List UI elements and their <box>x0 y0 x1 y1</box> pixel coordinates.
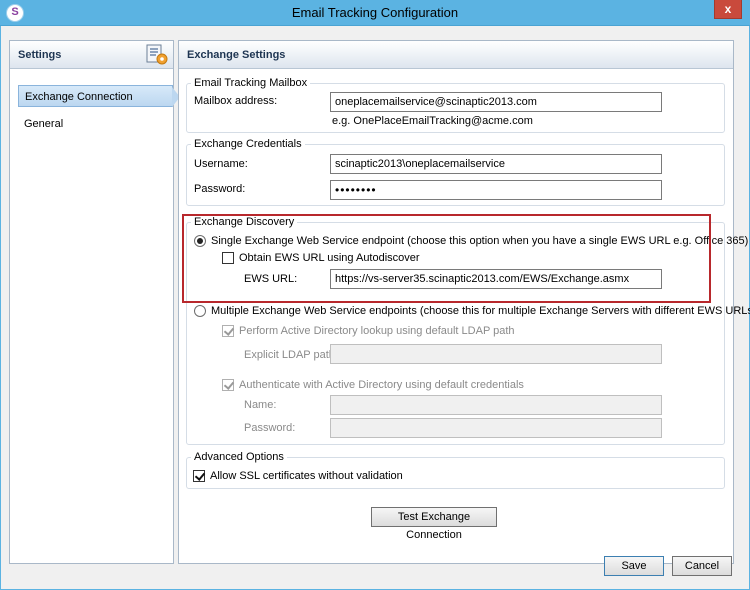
nav-item-general[interactable]: General <box>18 113 173 135</box>
settings-gear-icon <box>146 44 168 65</box>
nav-header-label: Settings <box>18 49 62 61</box>
title-bar: Email Tracking Configuration x <box>0 0 750 26</box>
window-title: Email Tracking Configuration <box>291 5 459 20</box>
ad-auth-checkbox[interactable] <box>222 379 234 391</box>
nav-header: Settings <box>10 41 173 69</box>
nav-item-label: Exchange Connection <box>25 91 133 103</box>
mailbox-group-title: Email Tracking Mailbox <box>191 77 311 90</box>
multiple-endpoints-radio[interactable] <box>194 305 206 317</box>
ad-lookup-label[interactable]: Perform Active Directory lookup using de… <box>239 324 515 338</box>
settings-nav: Settings Exchange Connection General <box>9 40 180 564</box>
allow-ssl-checkbox[interactable] <box>193 470 205 482</box>
ad-name-label: Name: <box>244 399 277 411</box>
multiple-endpoints-label[interactable]: Multiple Exchange Web Service endpoints … <box>211 304 750 318</box>
advanced-group-title: Advanced Options <box>191 451 287 464</box>
mailbox-address-input[interactable]: oneplacemailservice@scinaptic2013.com <box>330 92 662 112</box>
ad-auth-label[interactable]: Authenticate with Active Directory using… <box>239 378 524 392</box>
cancel-button[interactable]: Cancel <box>672 556 732 576</box>
mailbox-address-label: Mailbox address: <box>194 95 278 107</box>
content-header: Exchange Settings <box>179 41 733 69</box>
save-button[interactable]: Save <box>604 556 664 576</box>
allow-ssl-label[interactable]: Allow SSL certificates without validatio… <box>210 469 403 483</box>
mailbox-example-text: e.g. OnePlaceEmailTracking@acme.com <box>332 115 533 127</box>
password-label: Password: <box>194 183 246 195</box>
credentials-group-title: Exchange Credentials <box>191 138 305 151</box>
ldap-path-label: Explicit LDAP path: <box>244 349 338 361</box>
close-button[interactable]: x <box>714 0 742 19</box>
password-input[interactable]: •••••••• <box>330 180 662 200</box>
username-input[interactable]: scinaptic2013\oneplacemailservice <box>330 154 662 174</box>
ad-password-label: Password: <box>244 422 296 434</box>
nav-item-label: General <box>24 118 64 130</box>
username-label: Username: <box>194 158 248 170</box>
ldap-path-input[interactable] <box>330 344 662 364</box>
ad-lookup-checkbox[interactable] <box>222 325 234 337</box>
highlight-annotation <box>182 214 711 303</box>
ad-name-input[interactable] <box>330 395 662 415</box>
nav-item-exchange-connection[interactable]: Exchange Connection <box>18 85 180 107</box>
test-exchange-connection-button[interactable]: Test Exchange Connection <box>371 507 497 541</box>
content-header-label: Exchange Settings <box>187 49 286 61</box>
ad-password-input[interactable] <box>330 418 662 438</box>
